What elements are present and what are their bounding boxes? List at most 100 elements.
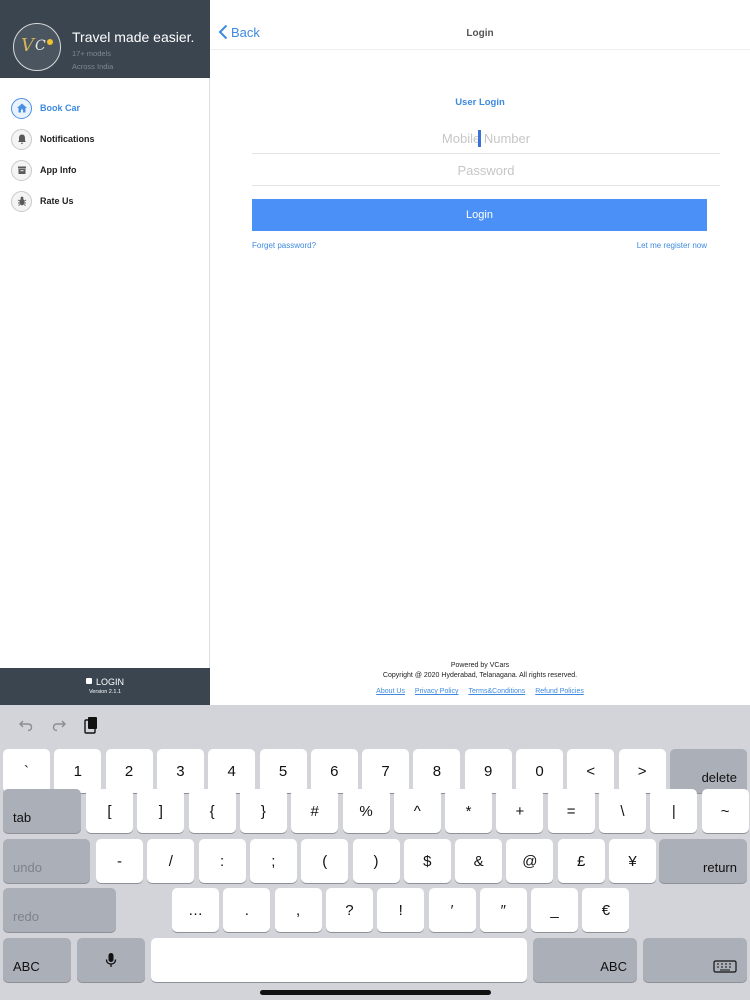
key[interactable]: ¥ [609,839,656,883]
key[interactable]: - [96,839,143,883]
mobile-number-input[interactable] [252,124,720,154]
lock-icon [85,678,92,684]
key[interactable]: , [274,888,322,932]
key[interactable]: ; [249,839,297,883]
key[interactable]: _ [531,888,579,932]
key[interactable]: # [291,789,339,833]
keyboard-dismiss-icon [713,960,737,973]
version-label: Version 2.1.1 [88,689,122,695]
key[interactable]: . [223,888,271,932]
home-icon [11,97,32,119]
key[interactable]: + [496,789,544,833]
key[interactable]: ″ [479,888,527,932]
password-input[interactable] [252,156,720,186]
space-key[interactable] [151,938,527,982]
sidebar-item-app-info[interactable]: App Info [11,159,77,181]
sidebar-subtitle: 17+ models [72,49,111,58]
about-us-link[interactable]: About Us [376,688,405,695]
page-title: Login [466,28,494,39]
sidebar-header: V C Travel made easier. 17+ models Acros… [0,0,210,78]
undo-key[interactable]: undo [3,839,90,883]
powered-by-text: Powered by VCars [450,662,510,669]
bug-icon [11,190,32,212]
key[interactable]: 6 [310,749,358,793]
key[interactable]: 3 [156,749,204,793]
home-indicator [260,990,491,995]
key[interactable]: 8 [413,749,461,793]
key[interactable]: > [618,749,666,793]
key[interactable]: \ [599,789,646,833]
key[interactable]: 5 [259,749,307,793]
vcars-logo: V C [13,23,61,71]
redo-icon[interactable] [49,715,69,735]
key[interactable]: £ [557,839,605,883]
tab-key[interactable]: tab [3,789,81,833]
footer-links: About Us Privacy Policy Terms&Conditions… [210,688,750,695]
key[interactable]: { [188,789,236,833]
sidebar-login-button[interactable]: LOGIN [0,677,210,687]
sidebar-item-rate-us[interactable]: Rate Us [11,190,74,212]
sidebar-title: Travel made easier. [72,29,195,45]
undo-icon[interactable] [16,715,36,735]
key[interactable]: 1 [54,749,102,793]
login-button[interactable]: Login [252,199,707,231]
copyright-text: Copyright @ 2020 Hyderabad, Telanagana. … [382,672,578,679]
key[interactable]: 9 [464,749,512,793]
key[interactable]: | [650,789,698,833]
key[interactable]: 4 [208,749,256,793]
sidebar-item-label: Notifications [40,134,95,144]
key[interactable]: @ [506,839,554,883]
sidebar-item-label: Book Car [40,103,81,113]
forgot-password-link[interactable]: Forget password? [252,241,316,250]
key[interactable]: & [455,839,503,883]
sidebar-subtitle: Across India [72,62,114,71]
key[interactable]: * [445,789,493,833]
abc-key[interactable]: ABC [3,938,71,982]
key[interactable]: [ [86,789,133,833]
key[interactable]: = [547,789,595,833]
key[interactable]: € [582,888,630,932]
bell-icon [11,128,32,150]
sidebar-item-label: Rate Us [40,196,74,206]
key[interactable]: 0 [516,749,563,793]
microphone-icon [105,953,117,967]
abc-key[interactable]: ABC [533,938,637,982]
refund-policies-link[interactable]: Refund Policies [535,688,584,695]
key[interactable]: 7 [362,749,410,793]
return-key[interactable]: return [659,839,747,883]
privacy-policy-link[interactable]: Privacy Policy [415,688,459,695]
dictation-key[interactable] [77,938,145,982]
register-link[interactable]: Let me register now [637,241,707,250]
sidebar-item-notifications[interactable]: Notifications [11,128,95,150]
sidebar-item-label: App Info [40,165,77,175]
hide-keyboard-key[interactable] [643,938,747,982]
key[interactable]: % [342,789,390,833]
sidebar-item-book-car[interactable]: Book Car [11,97,80,119]
key[interactable]: ! [377,888,425,932]
key[interactable]: ^ [393,789,441,833]
key[interactable]: 2 [105,749,153,793]
navigation-bar: Back Login [210,0,750,50]
key[interactable]: ) [352,839,400,883]
key[interactable]: } [239,789,287,833]
archive-icon [11,159,32,181]
key[interactable]: : [198,839,246,883]
key[interactable]: $ [403,839,451,883]
paste-icon[interactable] [81,715,101,735]
sidebar: V C Travel made easier. 17+ models Acros… [0,0,210,705]
key[interactable]: / [147,839,195,883]
text-cursor [478,130,481,147]
key[interactable]: ( [301,839,349,883]
form-heading: User Login [455,97,505,108]
key[interactable]: < [567,749,615,793]
key[interactable]: ` [3,749,50,793]
redo-key[interactable]: redo [3,888,116,932]
key[interactable]: ] [137,789,185,833]
terms-link[interactable]: Terms&Conditions [468,688,525,695]
key[interactable]: … [172,888,219,932]
key[interactable]: ~ [701,789,749,833]
delete-key[interactable]: delete [670,749,747,793]
sidebar-footer: LOGIN Version 2.1.1 [0,668,210,705]
key[interactable]: ? [325,888,373,932]
key[interactable]: ′ [428,888,476,932]
